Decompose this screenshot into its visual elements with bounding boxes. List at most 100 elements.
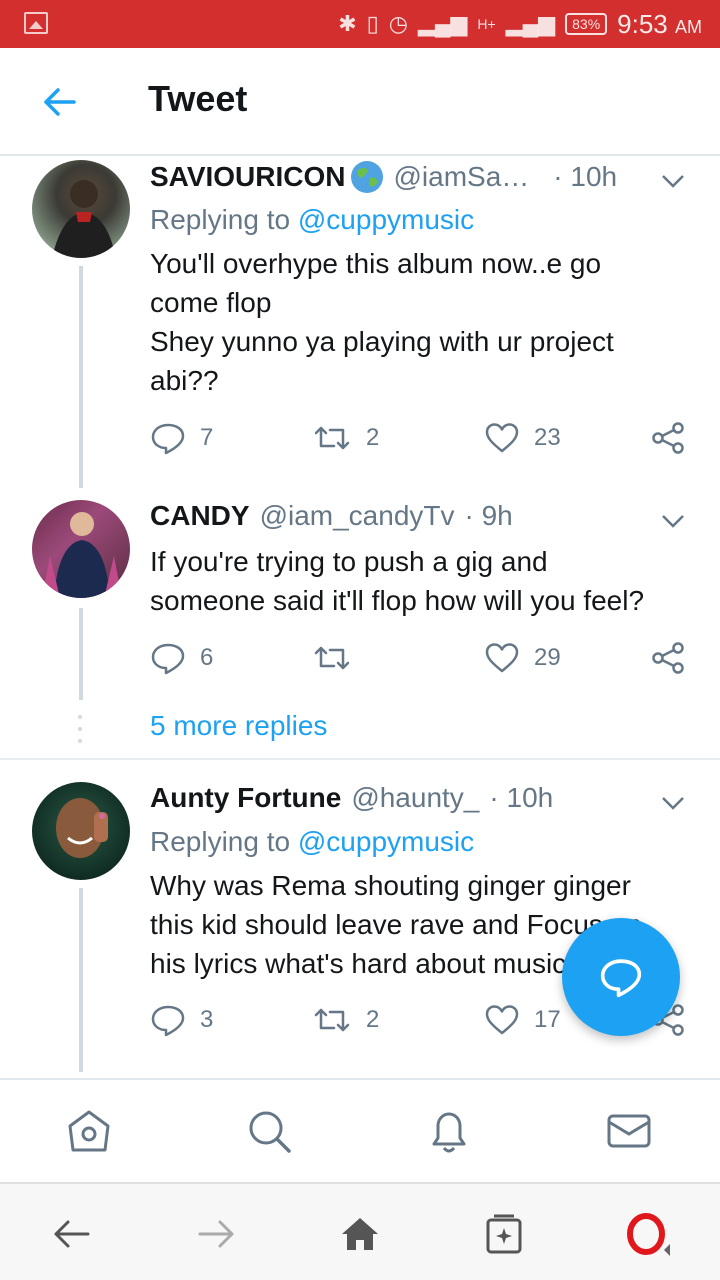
timestamp: · 10h	[553, 161, 618, 192]
reply-bubble-icon	[600, 959, 642, 998]
like-count: 23	[534, 424, 561, 451]
timestamp: · 10h	[489, 782, 554, 813]
thread-line	[79, 608, 83, 700]
avatar-photo	[42, 512, 122, 598]
back-arrow-icon[interactable]	[40, 82, 80, 122]
tweet-actions: 6 29	[150, 640, 690, 680]
share-icon	[652, 642, 684, 674]
tweet-text: If you're trying to push a gig and someo…	[150, 542, 690, 620]
retweet-count: 2	[366, 1006, 380, 1033]
battery-indicator: 83%	[565, 13, 608, 35]
bottom-tab-bar	[0, 1078, 720, 1182]
like-button[interactable]: 23	[484, 420, 561, 456]
globe-emoji-icon	[350, 160, 384, 194]
clock: 9:53 AM	[617, 9, 702, 40]
heart-icon	[485, 643, 519, 673]
display-name[interactable]: CANDY	[150, 500, 250, 532]
chevron-down-icon[interactable]	[660, 794, 686, 812]
share-button[interactable]	[650, 640, 686, 676]
avatar[interactable]	[32, 782, 130, 880]
home-icon[interactable]	[64, 1106, 114, 1156]
username[interactable]: @haunty_	[351, 782, 479, 814]
reply-count: 7	[200, 424, 214, 451]
back-arrow-icon[interactable]	[50, 1212, 94, 1256]
tweet-actions: 7 2 23	[150, 420, 690, 460]
retweet-icon	[314, 1008, 350, 1032]
replying-to-label: Replying to	[150, 204, 291, 235]
status-bar: ✱ ▯ ◷ ▂▄▆ H+ ▂▄▆ 83% 9:53 AM	[0, 0, 720, 48]
vibrate-icon: ▯	[366, 11, 379, 36]
browser-nav-bar	[0, 1182, 720, 1280]
like-count: 17	[534, 1006, 561, 1033]
bluetooth-icon: ✱	[338, 11, 357, 36]
replying-to: Replying to @cuppymusic	[150, 826, 474, 858]
tabs-icon[interactable]	[482, 1212, 526, 1256]
image-notification-icon	[24, 12, 48, 34]
reply-button[interactable]: 6	[150, 640, 213, 676]
replying-to-handle[interactable]: @cuppymusic	[298, 826, 474, 857]
compose-reply-button[interactable]	[562, 918, 680, 1036]
more-replies-link[interactable]: 5 more replies	[150, 710, 327, 742]
tweet-header: CANDY @iam_candyTv · 9h	[150, 500, 690, 532]
top-app-bar: Tweet	[0, 48, 720, 156]
opera-icon[interactable]	[626, 1212, 670, 1256]
mail-icon[interactable]	[604, 1106, 654, 1156]
forward-arrow-icon[interactable]	[194, 1212, 238, 1256]
reply-button[interactable]: 7	[150, 420, 213, 456]
heart-icon	[485, 1005, 519, 1035]
page-title: Tweet	[148, 78, 248, 119]
username[interactable]: @iamSa…	[394, 161, 530, 193]
reply-icon	[151, 1005, 185, 1037]
search-icon[interactable]	[244, 1106, 294, 1156]
reply-button[interactable]: 3	[150, 1002, 213, 1038]
alarm-icon: ◷	[388, 11, 408, 36]
avatar-photo	[52, 180, 116, 258]
clock-time: 9:53	[617, 8, 668, 39]
like-button[interactable]: 29	[484, 640, 561, 676]
avatar-photo	[56, 798, 108, 858]
username[interactable]: @iam_candyTv	[260, 500, 455, 532]
replying-to-handle[interactable]: @cuppymusic	[298, 204, 474, 235]
signal-icon-2: ▂▄▆	[505, 11, 556, 36]
like-button[interactable]: 17	[484, 1002, 561, 1038]
timestamp: · 9h	[464, 500, 513, 531]
tweet-text-line: someone said it'll flop how will you fee…	[150, 585, 645, 616]
reply-icon	[151, 423, 185, 455]
tweet-header: Aunty Fortune @haunty_ · 10h	[150, 782, 690, 814]
thread-line	[79, 266, 83, 488]
divider	[0, 758, 720, 760]
replying-to-label: Replying to	[150, 826, 291, 857]
retweet-button[interactable]: 2	[312, 420, 379, 456]
reply-icon	[151, 643, 185, 675]
tweet-text-line: Shey yunno ya playing with ur project	[150, 326, 614, 357]
reply-count: 6	[200, 644, 214, 671]
tweet-text-line: abi??	[150, 365, 219, 396]
tweet-text-line: Why was Rema shouting ginger ginger	[150, 870, 631, 901]
display-name[interactable]: Aunty Fortune	[150, 782, 341, 814]
retweet-icon	[314, 426, 350, 450]
retweet-button[interactable]	[312, 640, 366, 676]
network-type: H+	[477, 16, 496, 32]
display-name[interactable]: SAVIOURICON	[150, 161, 346, 193]
avatar[interactable]	[32, 160, 130, 258]
heart-icon	[485, 423, 519, 453]
share-icon	[652, 422, 684, 454]
clock-ampm: AM	[675, 16, 702, 37]
chevron-down-icon[interactable]	[660, 172, 686, 190]
retweet-count: 2	[366, 424, 380, 451]
tweet-text-line: You'll overhype this album now..e go	[150, 248, 602, 279]
avatar[interactable]	[32, 500, 130, 598]
tweet-header: SAVIOURICON @iamSa… · 10h	[150, 160, 690, 194]
reply-count: 3	[200, 1006, 214, 1033]
retweet-icon	[314, 646, 350, 670]
chevron-down-icon[interactable]	[660, 512, 686, 530]
share-button[interactable]	[650, 420, 686, 456]
retweet-button[interactable]: 2	[312, 1002, 379, 1038]
signal-icon: ▂▄▆	[417, 11, 468, 36]
replying-to: Replying to @cuppymusic	[150, 204, 474, 236]
thread-dots-icon	[78, 715, 82, 743]
tweet-text-line: If you're trying to push a gig and	[150, 546, 548, 577]
bell-icon[interactable]	[424, 1106, 474, 1156]
thread-line	[79, 888, 83, 1072]
home-icon[interactable]	[338, 1212, 382, 1256]
